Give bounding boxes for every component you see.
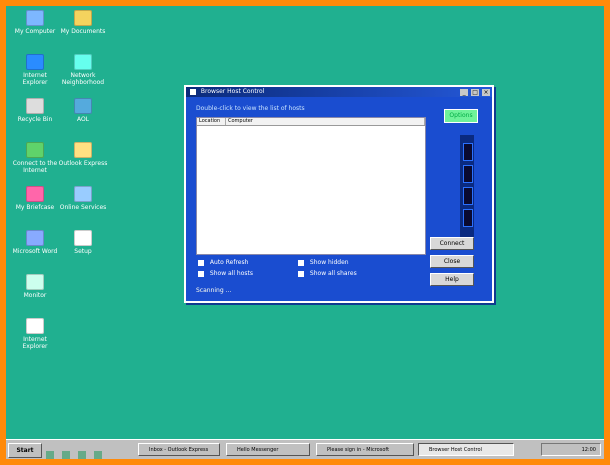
channels-quick-icon[interactable] <box>94 451 103 459</box>
online-services-icon <box>74 186 92 202</box>
connect-button[interactable]: Connect <box>430 237 474 250</box>
options-button[interactable]: Options <box>444 109 478 123</box>
app-icon <box>190 88 196 95</box>
window-controls: _ □ × <box>459 88 490 98</box>
checkbox-box[interactable] <box>198 259 204 266</box>
checkbox-label: Show all hosts <box>209 270 254 277</box>
checkbox-label: Show all shares <box>309 270 357 277</box>
taskbar-item-browser-host-control[interactable]: Browser Host Control <box>418 443 514 456</box>
checkbox-box[interactable] <box>298 270 304 277</box>
taskbar-item-outlook[interactable]: Inbox - Outlook Express <box>138 443 220 456</box>
hosts-list-header: Location Computer <box>197 118 425 126</box>
checkbox-box[interactable] <box>198 270 204 277</box>
hosts-list[interactable]: Location Computer <box>196 117 426 255</box>
folder-icon <box>74 10 92 26</box>
desktop-icon-setup[interactable]: Setup <box>58 230 108 282</box>
window-hint: Double-click to view the list of hosts <box>196 105 305 112</box>
aol-icon <box>74 98 92 114</box>
desktop-icons: My Computer My Documents Internet Explor… <box>6 6 126 426</box>
maximize-button[interactable]: □ <box>471 89 480 96</box>
close-button[interactable]: × <box>482 89 490 96</box>
checkbox-show-all-hosts[interactable]: Show all hosts <box>198 270 253 277</box>
window-titlebar[interactable]: Browser Host Control _ □ × <box>186 87 492 97</box>
meter-segment <box>463 209 473 227</box>
browser-quick-icon[interactable] <box>62 451 71 459</box>
checkbox-show-hidden[interactable]: Show hidden <box>298 259 349 266</box>
globe-icon <box>26 142 44 158</box>
checkbox-box[interactable] <box>298 259 304 266</box>
minimize-button[interactable]: _ <box>460 89 469 96</box>
checkbox-label: Auto Refresh <box>209 259 249 266</box>
briefcase-icon <box>26 186 44 202</box>
meter-segment <box>463 165 473 183</box>
monitor-icon <box>26 274 44 290</box>
meter-segment <box>463 187 473 205</box>
meter-segment <box>463 143 473 161</box>
checkbox-show-all-shares[interactable]: Show all shares <box>298 270 357 277</box>
column-header-location[interactable]: Location <box>197 118 226 125</box>
start-button[interactable]: Start <box>8 443 42 458</box>
setup-disk-icon <box>26 318 44 334</box>
help-button[interactable]: Help <box>430 273 474 286</box>
desktop: My Computer My Documents Internet Explor… <box>6 6 604 459</box>
show-desktop-icon[interactable] <box>46 451 54 459</box>
computer-icon <box>26 10 44 26</box>
column-header-computer[interactable]: Computer <box>226 118 425 125</box>
word-icon <box>26 230 44 246</box>
mail-icon <box>74 142 92 158</box>
browser-host-control-window: Browser Host Control _ □ × Double-click … <box>184 85 494 303</box>
window-status-text: Scanning ... <box>196 287 232 294</box>
checkbox-label: Show hidden <box>309 259 349 266</box>
taskbar-item-messenger[interactable]: Hello Messenger <box>226 443 310 456</box>
browser-icon <box>26 54 44 70</box>
mail-quick-icon[interactable] <box>78 451 87 459</box>
quick-launch <box>46 444 105 463</box>
setup-icon <box>74 230 92 246</box>
taskbar-item-signin[interactable]: Please sign in - Microsoft <box>316 443 414 456</box>
taskbar: Start Inbox - Outlook Express Hello Mess… <box>6 439 604 459</box>
checkbox-auto-refresh[interactable]: Auto Refresh <box>198 259 248 266</box>
activity-meter <box>460 135 474 245</box>
network-icon <box>74 54 92 70</box>
close-dialog-button[interactable]: Close <box>430 255 474 268</box>
desktop-icon-setup-disk[interactable]: Internet Explorer <box>10 318 60 370</box>
window-title: Browser Host Control <box>200 88 265 95</box>
recycle-icon <box>26 98 44 114</box>
clock[interactable]: 12:00 <box>582 447 596 453</box>
system-tray: 12:00 <box>541 443 601 456</box>
